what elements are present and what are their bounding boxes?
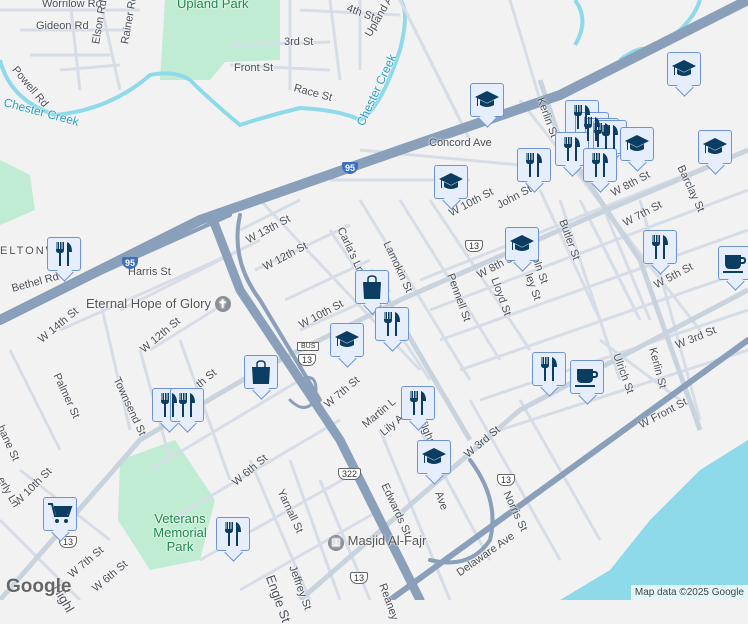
- education-icon: [438, 171, 464, 193]
- coffee-marker[interactable]: [718, 246, 748, 280]
- restaurant-icon: [589, 152, 611, 178]
- restaurant-marker[interactable]: [170, 388, 204, 422]
- restaurant-icon: [53, 241, 75, 267]
- shopping-cart-icon: [47, 502, 73, 526]
- education-icon: [624, 133, 650, 155]
- street-label: Gideon Rd: [36, 20, 89, 32]
- restaurant-marker[interactable]: [47, 237, 81, 271]
- shopping-cart-marker[interactable]: [43, 497, 77, 531]
- education-marker[interactable]: [470, 83, 504, 117]
- street-label: Worrilow Rd: [42, 0, 102, 10]
- poi-church[interactable]: Eternal Hope of Glory ✝: [86, 296, 231, 312]
- restaurant-icon: [523, 152, 545, 178]
- restaurant-marker[interactable]: [375, 307, 409, 341]
- education-icon: [702, 136, 728, 158]
- street-label: 3rd St: [284, 36, 314, 48]
- park-area-west: [0, 160, 35, 225]
- restaurant-icon: [538, 356, 560, 382]
- poi-label: Masjid Al-Fajr: [347, 533, 427, 548]
- education-icon: [334, 329, 360, 351]
- education-marker[interactable]: [505, 227, 539, 261]
- restaurant-icon: [381, 311, 403, 337]
- bus-route-label: BUS: [297, 342, 320, 351]
- shopping-icon: [361, 274, 383, 300]
- education-marker[interactable]: [434, 165, 468, 199]
- park-label-upland: Upland Park: [177, 0, 249, 11]
- park-label-veterans: Veterans Memorial Park: [153, 511, 207, 554]
- poi-mosque[interactable]: ▥ Masjid Al-Fajr: [328, 533, 426, 551]
- restaurant-icon: [649, 234, 671, 260]
- education-marker[interactable]: [620, 127, 654, 161]
- google-logo: Google: [6, 576, 72, 597]
- street-label: Concord Ave: [429, 137, 492, 149]
- coffee-marker[interactable]: [570, 360, 604, 394]
- education-icon: [421, 446, 447, 468]
- us-322-shield: 322: [338, 468, 362, 480]
- shopping-icon: [250, 359, 272, 385]
- education-icon: [474, 89, 500, 111]
- shopping-marker[interactable]: [244, 355, 278, 389]
- education-icon: [671, 58, 697, 80]
- education-marker[interactable]: [698, 130, 732, 164]
- map-attribution[interactable]: Map data ©2025 Google: [630, 585, 748, 600]
- us-13-shield: 13: [497, 474, 516, 486]
- education-icon: [509, 233, 535, 255]
- us-13-shield: 13: [465, 240, 484, 252]
- restaurant-icon: [407, 390, 429, 416]
- restaurant-icon: [599, 124, 621, 150]
- us-13-shield: 13: [298, 354, 317, 366]
- restaurant-marker[interactable]: [643, 230, 677, 264]
- coffee-icon: [722, 252, 748, 274]
- poi-label: Eternal Hope of Glory: [86, 296, 212, 311]
- shopping-marker[interactable]: [355, 270, 389, 304]
- restaurant-icon: [176, 392, 198, 418]
- education-marker[interactable]: [667, 52, 701, 86]
- education-marker[interactable]: [330, 323, 364, 357]
- church-icon: ✝: [214, 296, 231, 312]
- restaurant-marker[interactable]: [532, 352, 566, 386]
- education-marker[interactable]: [417, 440, 451, 474]
- street-label: Front St: [234, 62, 274, 74]
- coffee-icon: [574, 366, 600, 388]
- mosque-icon: ▥: [328, 535, 344, 551]
- restaurant-marker[interactable]: [583, 148, 617, 182]
- restaurant-marker[interactable]: [401, 386, 435, 420]
- restaurant-marker[interactable]: [517, 148, 551, 182]
- restaurant-marker[interactable]: [216, 517, 250, 551]
- restaurant-icon: [561, 136, 583, 162]
- us-13-shield: 13: [350, 572, 369, 584]
- restaurant-icon: [222, 521, 244, 547]
